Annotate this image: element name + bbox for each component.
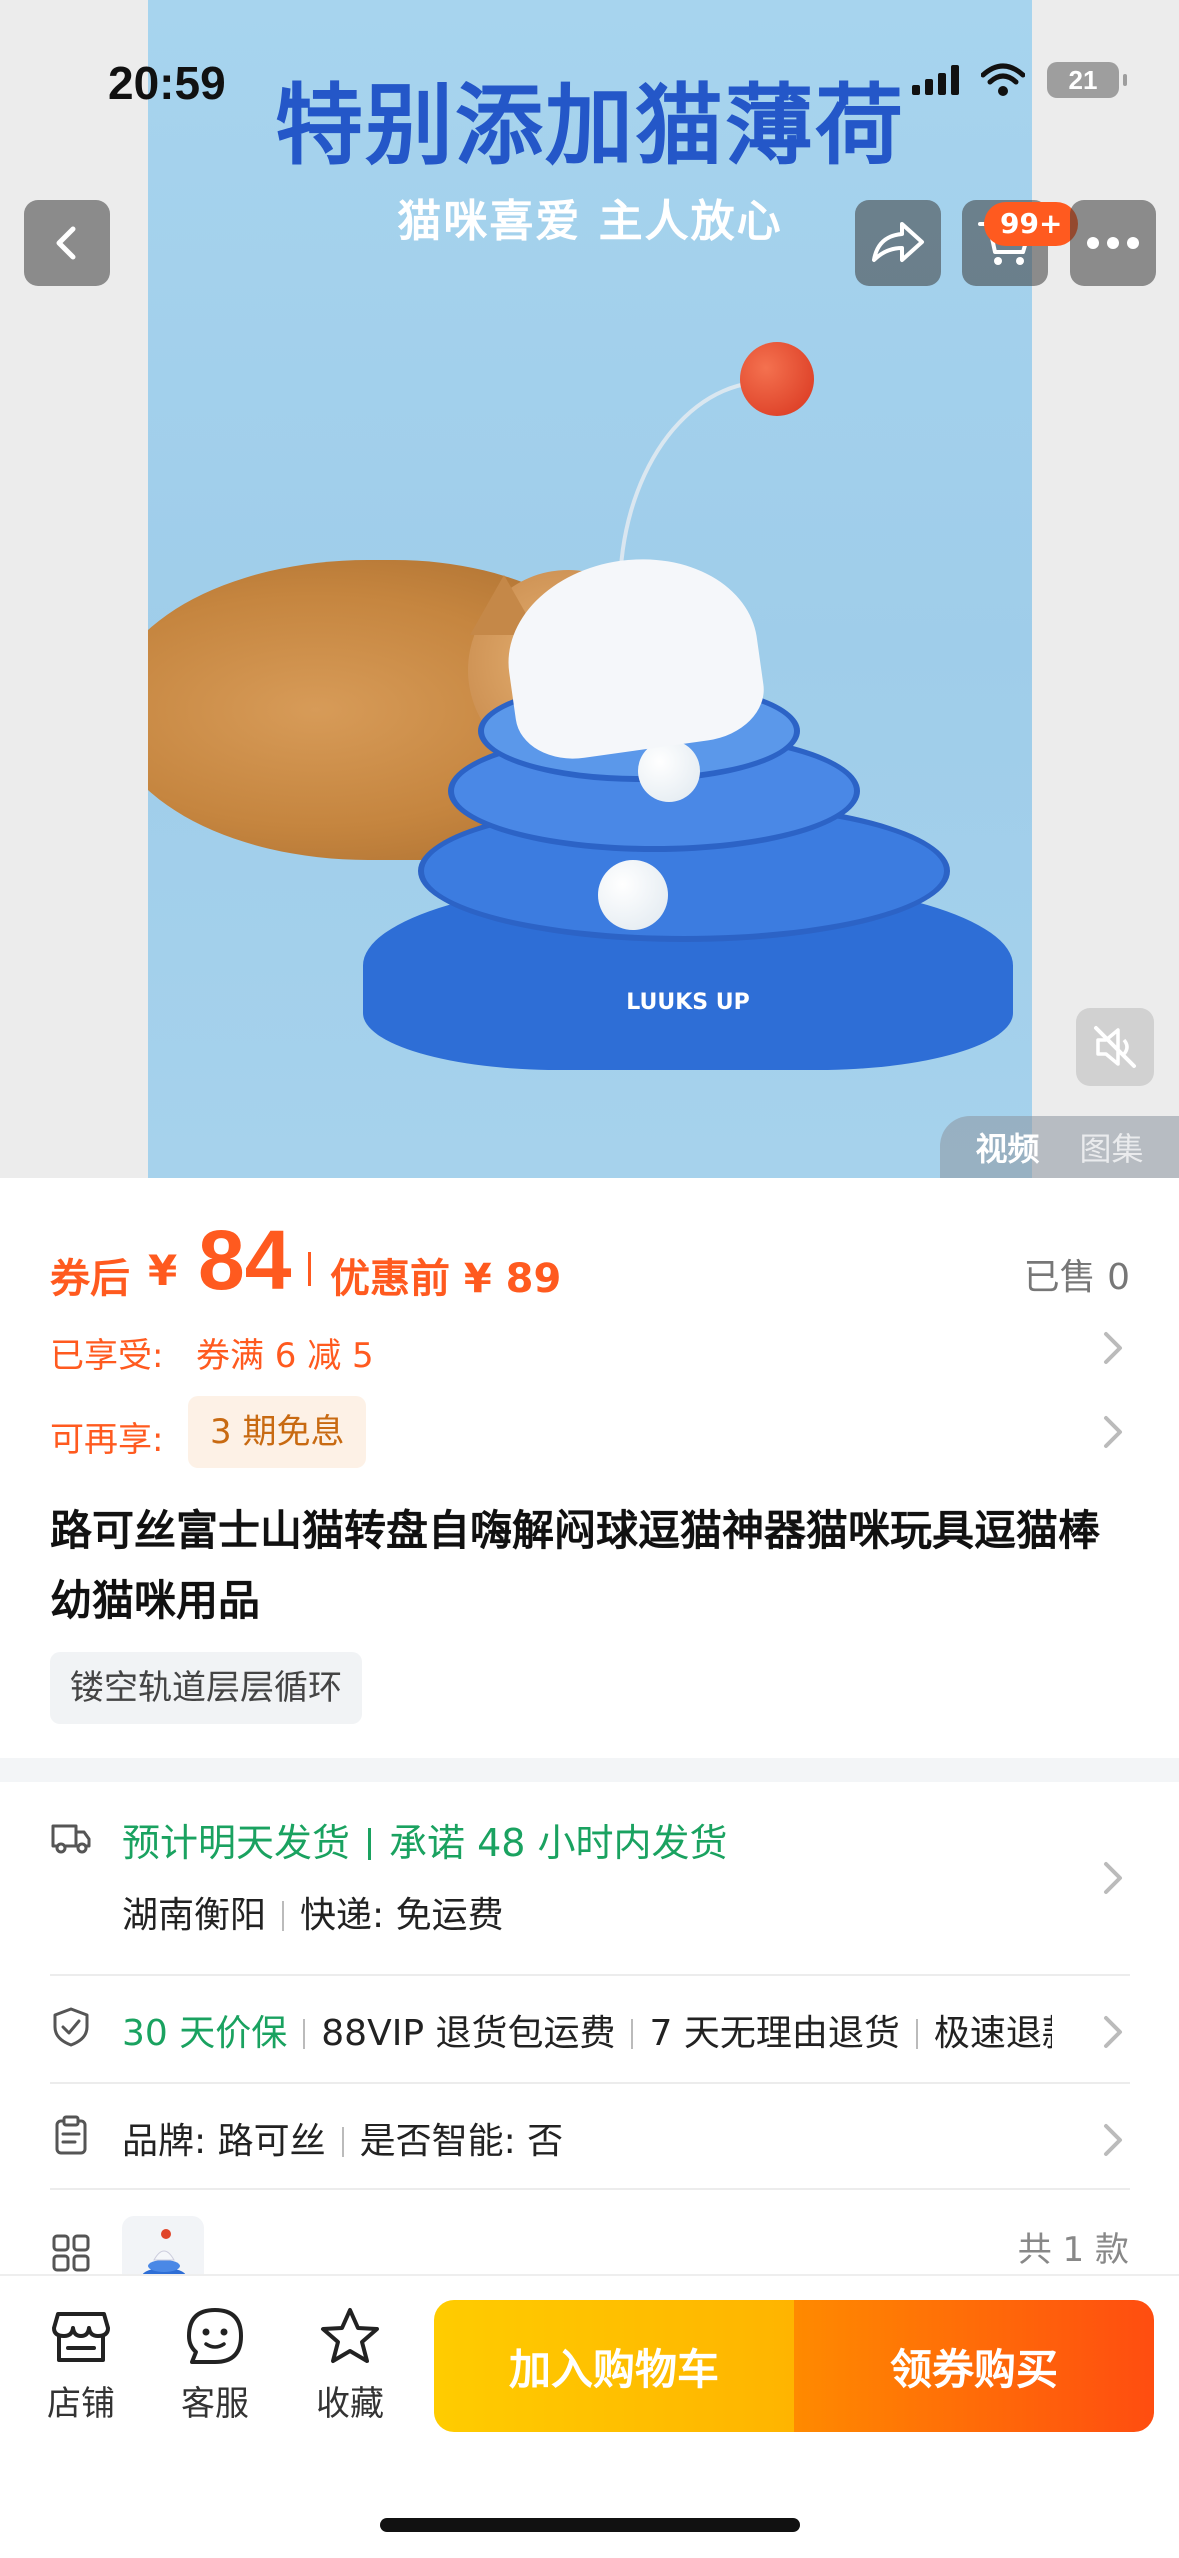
param-brand: 品牌: 路可丝 bbox=[122, 2121, 326, 2162]
chevron-right-icon bbox=[1104, 1862, 1122, 1894]
guarantee-item: 7 天无理由退货 bbox=[649, 2013, 900, 2054]
guarantee-list: 30 天价保 88VIP 退货包运费 7 天无理由退货极速退款 bbox=[122, 2004, 1052, 2056]
chevron-right-icon bbox=[1104, 2016, 1122, 2048]
after-coupon-label: 券后 bbox=[50, 1256, 130, 1302]
customer-service-button[interactable]: 客服 bbox=[160, 2306, 270, 2425]
product-title: 路可丝富士山猫转盘自嗨解闷球逗猫神器猫咪玩具逗猫棒幼猫咪用品 bbox=[50, 1506, 1101, 1625]
product-video[interactable]: 特别添加猫薄荷 猫咪喜爱 主人放心 LUUKS UP bbox=[148, 0, 1032, 1178]
divider bbox=[341, 2127, 344, 2157]
shop-button[interactable]: 店铺 bbox=[26, 2306, 136, 2425]
chevron-left-icon bbox=[56, 226, 76, 260]
toy-brand-print: LUUKS UP bbox=[626, 990, 750, 1015]
status-icons: 21 bbox=[912, 62, 1127, 98]
back-button[interactable] bbox=[24, 200, 110, 286]
more-button[interactable] bbox=[1070, 200, 1156, 286]
cellular-signal-icon bbox=[912, 65, 959, 95]
price-row: 券后 ¥ 84 优惠前 ¥ 89 已售 0 bbox=[50, 1212, 1130, 1307]
sku-count[interactable]: 共 1 款 bbox=[1018, 2222, 1129, 2271]
divider bbox=[915, 2019, 918, 2049]
chevron-right-icon bbox=[1104, 1416, 1122, 1448]
param-list: 品牌: 路可丝 是否智能: 否 bbox=[122, 2112, 1052, 2164]
tab-gallery[interactable]: 图集 bbox=[1080, 1124, 1144, 1170]
favorite-button[interactable]: 收藏 bbox=[295, 2306, 405, 2425]
divider bbox=[282, 1901, 285, 1931]
add-to-cart-button[interactable]: 加入购物车 bbox=[434, 2300, 794, 2432]
guarantee-item: 极速退款 bbox=[933, 2013, 1052, 2054]
toy-ball bbox=[638, 740, 700, 802]
currency-symbol: ¥ bbox=[148, 1246, 178, 1295]
installment-chip: 3 期免息 bbox=[188, 1396, 367, 1468]
sku-row[interactable] bbox=[50, 2216, 1130, 2298]
coupon-buy-button[interactable]: 领券购买 bbox=[794, 2300, 1154, 2432]
shipping-origin: 湖南衡阳 bbox=[122, 1895, 267, 1936]
share-button[interactable] bbox=[855, 200, 941, 286]
store-icon bbox=[52, 2312, 110, 2362]
speaker-muted-icon bbox=[1094, 1026, 1136, 1068]
row-separator bbox=[50, 2082, 1130, 2084]
row-separator bbox=[50, 1974, 1130, 1976]
shipping-row[interactable]: 预计明天发货 承诺 48 小时内发货 湖南衡阳 快递: 免运费 bbox=[50, 1812, 1130, 1962]
promo-enjoyed-row[interactable]: 已享受: 券满 6 减 5 bbox=[50, 1314, 1130, 1384]
divider bbox=[303, 2019, 306, 2049]
chevron-right-icon bbox=[1104, 2124, 1122, 2156]
clipboard-icon bbox=[55, 2115, 87, 2155]
star-icon bbox=[321, 2308, 379, 2363]
favorite-label: 收藏 bbox=[316, 2384, 384, 2424]
params-row[interactable]: 品牌: 路可丝 是否智能: 否 bbox=[50, 2112, 1130, 2172]
toy-red-ball bbox=[740, 342, 814, 416]
status-time: 20:59 bbox=[108, 57, 226, 109]
after-coupon-price: 84 bbox=[198, 1213, 292, 1307]
truck-icon bbox=[51, 1824, 91, 1854]
service-label: 客服 bbox=[181, 2384, 249, 2424]
wifi-icon bbox=[981, 63, 1025, 96]
promo-enjoyed-value: 券满 6 减 5 bbox=[196, 1336, 374, 1376]
shipping-estimate-text: 预计明天发货 bbox=[122, 1821, 351, 1865]
tab-video[interactable]: 视频 bbox=[975, 1124, 1039, 1170]
price-divider bbox=[308, 1252, 311, 1286]
share-icon bbox=[872, 222, 924, 262]
guarantee-row[interactable]: 30 天价保 88VIP 退货包运费 7 天无理由退货极速退款 bbox=[50, 2004, 1130, 2064]
shipping-estimate: 预计明天发货 承诺 48 小时内发货 bbox=[122, 1812, 728, 1867]
shipping-promise: 承诺 48 小时内发货 bbox=[389, 1821, 728, 1865]
shop-label: 店铺 bbox=[47, 2384, 115, 2424]
promo-enjoyed-label: 已享受: bbox=[50, 1336, 164, 1376]
sold-count: 已售 0 bbox=[1023, 1257, 1130, 1298]
chat-bubble-face-icon bbox=[187, 2308, 243, 2364]
shield-check-icon bbox=[53, 2007, 89, 2047]
grid-icon bbox=[52, 2234, 90, 2272]
status-bar: 20:59 21 bbox=[0, 0, 1179, 120]
chevron-right-icon bbox=[1104, 1332, 1122, 1364]
section-divider bbox=[0, 1758, 1179, 1782]
shipping-details: 湖南衡阳 快递: 免运费 bbox=[122, 1886, 504, 1938]
media-tab-switcher: 视频 图集 bbox=[940, 1116, 1179, 1178]
promo-more-label: 可再享: bbox=[50, 1420, 164, 1460]
cart-count-badge: 99+ bbox=[984, 202, 1079, 246]
product-media[interactable]: 特别添加猫薄荷 猫咪喜爱 主人放心 LUUKS UP bbox=[0, 0, 1179, 1178]
shipping-express: 快递: 免运费 bbox=[300, 1895, 504, 1936]
promo-more-row[interactable]: 可再享: 3 期免息 bbox=[50, 1396, 1130, 1468]
param-smart: 是否智能: 否 bbox=[359, 2121, 564, 2162]
battery-indicator: 21 bbox=[1047, 62, 1127, 98]
guarantee-item: 88VIP 退货包运费 bbox=[321, 2013, 616, 2054]
toy-ball bbox=[598, 860, 668, 930]
mute-button[interactable] bbox=[1076, 1008, 1154, 1086]
original-price: 优惠前 ¥ 89 bbox=[330, 1256, 562, 1302]
home-indicator[interactable] bbox=[380, 2518, 800, 2532]
price-protection: 30 天价保 bbox=[122, 2013, 288, 2054]
divider bbox=[368, 1828, 372, 1860]
divider bbox=[631, 2019, 634, 2049]
more-dots-icon bbox=[1087, 237, 1139, 249]
bottom-action-bar: 店铺 客服 收藏 加入购物车 领券购买 bbox=[0, 2274, 1179, 2558]
row-separator bbox=[50, 2188, 1130, 2190]
product-feature-tag[interactable]: 镂空轨道层层循环 bbox=[50, 1652, 362, 1724]
